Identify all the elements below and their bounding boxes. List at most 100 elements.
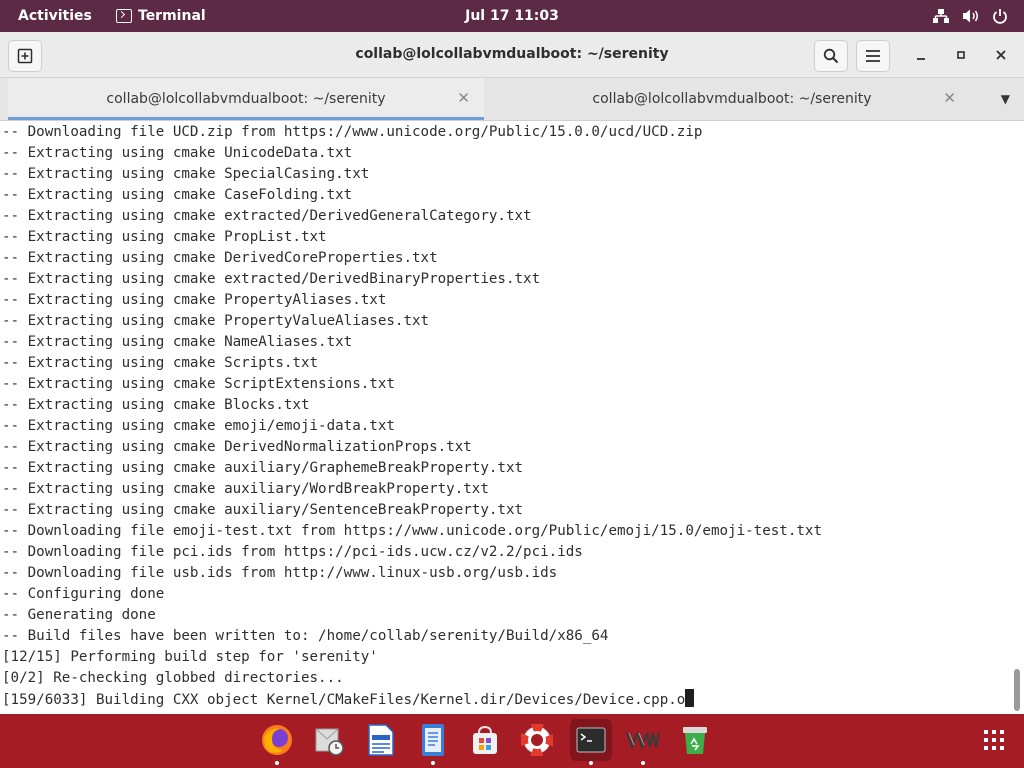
terminal-line: -- Extracting using cmake CaseFolding.tx… [2, 185, 822, 206]
running-indicator [589, 761, 593, 765]
tab-close-icon[interactable]: ✕ [943, 78, 956, 120]
terminal-line: -- Extracting using cmake PropertyValueA… [2, 311, 822, 332]
activities-button[interactable]: Activities [18, 0, 92, 32]
app-menu-button[interactable]: Terminal [116, 0, 206, 32]
terminal-line-text: -- Extracting using cmake extracted/Deri… [2, 208, 532, 224]
terminal-line: [0/2] Re-checking globbed directories... [2, 668, 822, 689]
close-icon [996, 50, 1006, 60]
terminal-line-text: -- Extracting using cmake auxiliary/Sent… [2, 502, 524, 518]
dock-text-editor[interactable] [360, 719, 402, 761]
terminal-line-text: [0/2] Re-checking globbed directories... [2, 670, 344, 686]
dock [0, 714, 1024, 768]
terminal-line: -- Extracting using cmake Blocks.txt [2, 395, 822, 416]
app-name: Terminal [138, 8, 206, 24]
terminal-line: [12/15] Performing build step for 'seren… [2, 647, 822, 668]
trash-icon [683, 727, 707, 754]
tab-1[interactable]: collab@lolcollabvmdualboot: ~/serenity ✕ [8, 78, 484, 120]
terminal-line: -- Extracting using cmake PropList.txt [2, 227, 822, 248]
terminal-line: -- Downloading file usb.ids from http://… [2, 563, 822, 584]
terminal-line-text: -- Downloading file emoji-test.txt from … [2, 523, 822, 539]
terminal-line: -- Extracting using cmake extracted/Deri… [2, 269, 822, 290]
firefox-icon [262, 725, 292, 755]
terminal-line-text: -- Downloading file pci.ids from https:/… [2, 544, 583, 560]
new-tab-icon [17, 48, 33, 64]
hamburger-menu-icon [866, 50, 880, 62]
dock-vm[interactable] [622, 719, 664, 765]
terminal-line-text: -- Extracting using cmake NameAliases.tx… [2, 334, 353, 350]
terminal-line: -- Extracting using cmake PropertyAliase… [2, 290, 822, 311]
network-icon [933, 9, 949, 23]
text-editor-icon [368, 724, 394, 756]
terminal-line-text: -- Extracting using cmake DerivedNormali… [2, 439, 472, 455]
terminal-line: -- Extracting using cmake extracted/Deri… [2, 206, 822, 227]
dock-mail-clock[interactable] [308, 719, 350, 761]
terminal-line-text: -- Downloading file UCD.zip from https:/… [2, 124, 703, 140]
tab-label: collab@lolcollabvmdualboot: ~/serenity [106, 91, 386, 107]
close-button[interactable] [986, 40, 1016, 70]
dock-document-viewer[interactable] [412, 719, 454, 765]
power-icon [993, 9, 1007, 24]
terminal-line: -- Build files have been written to: /ho… [2, 626, 822, 647]
software-center-icon [473, 725, 497, 754]
dock-terminal[interactable] [570, 719, 612, 765]
tab-2[interactable]: collab@lolcollabvmdualboot: ~/serenity ✕ [494, 78, 970, 120]
terminal-line-text: -- Extracting using cmake PropertyAliase… [2, 292, 387, 308]
system-tray[interactable] [932, 0, 1008, 32]
vm-logo-icon [626, 732, 660, 750]
terminal-line: -- Extracting using cmake auxiliary/Sent… [2, 500, 822, 521]
running-indicator [275, 761, 279, 765]
dock-software-center[interactable] [464, 719, 506, 761]
terminal-line-text: -- Extracting using cmake extracted/Deri… [2, 271, 541, 287]
terminal-line-text: -- Extracting using cmake PropList.txt [2, 229, 327, 245]
terminal-line: -- Downloading file UCD.zip from https:/… [2, 122, 822, 143]
scrollbar-thumb[interactable] [1014, 669, 1020, 711]
terminal-app-icon [116, 9, 132, 23]
maximize-icon [957, 51, 965, 59]
terminal-line: -- Downloading file emoji-test.txt from … [2, 521, 822, 542]
dock-help[interactable] [516, 719, 558, 761]
tab-list-dropdown[interactable]: ▼ [1001, 78, 1010, 120]
terminal-line: [159/6033] Building CXX object Kernel/CM… [2, 689, 822, 710]
search-icon [823, 48, 839, 64]
terminal-line: -- Generating done [2, 605, 822, 626]
tab-close-icon[interactable]: ✕ [457, 78, 470, 120]
volume-icon [963, 9, 978, 23]
maximize-button[interactable] [946, 40, 976, 70]
menu-button[interactable] [856, 40, 890, 72]
terminal-line: -- Extracting using cmake UnicodeData.tx… [2, 143, 822, 164]
terminal-line: -- Extracting using cmake Scripts.txt [2, 353, 822, 374]
terminal-line-text: [12/15] Performing build step for 'seren… [2, 649, 378, 665]
tab-label: collab@lolcollabvmdualboot: ~/serenity [592, 91, 872, 107]
document-viewer-icon [422, 724, 444, 756]
tab-bar: collab@lolcollabvmdualboot: ~/serenity ✕… [0, 78, 1024, 121]
terminal-line: -- Extracting using cmake auxiliary/Grap… [2, 458, 822, 479]
terminal-output: -- Downloading file UCD.zip from https:/… [2, 122, 822, 710]
running-indicator [641, 761, 645, 765]
running-indicator [431, 761, 435, 765]
show-applications-button[interactable] [973, 719, 1015, 761]
new-tab-button[interactable] [8, 40, 42, 72]
dock-firefox[interactable] [256, 719, 298, 765]
terminal-line: -- Extracting using cmake ScriptExtensio… [2, 374, 822, 395]
terminal-line-text: -- Extracting using cmake auxiliary/Grap… [2, 460, 524, 476]
terminal-line-text: -- Extracting using cmake Scripts.txt [2, 355, 319, 371]
mail-clock-icon [315, 728, 344, 756]
terminal-line: -- Extracting using cmake NameAliases.tx… [2, 332, 822, 353]
dock-trash[interactable] [674, 719, 716, 761]
terminal-line-text: -- Downloading file usb.ids from http://… [2, 565, 558, 581]
terminal-line-text: -- Build files have been written to: /ho… [2, 628, 609, 644]
terminal-line-text: [159/6033] Building CXX object Kernel/CM… [2, 692, 686, 708]
help-lifebuoy-icon [521, 724, 553, 756]
terminal-line: -- Extracting using cmake emoji/emoji-da… [2, 416, 822, 437]
search-button[interactable] [814, 40, 848, 72]
scrollbar[interactable] [1010, 121, 1024, 714]
terminal-line-text: -- Extracting using cmake Blocks.txt [2, 397, 310, 413]
minimize-button[interactable] [906, 40, 936, 70]
terminal-line-text: -- Extracting using cmake UnicodeData.tx… [2, 145, 353, 161]
terminal-line: -- Downloading file pci.ids from https:/… [2, 542, 822, 563]
terminal-line-text: -- Extracting using cmake ScriptExtensio… [2, 376, 395, 392]
terminal-line: -- Extracting using cmake DerivedCorePro… [2, 248, 822, 269]
terminal-line: -- Extracting using cmake auxiliary/Word… [2, 479, 822, 500]
terminal-view[interactable]: -- Downloading file UCD.zip from https:/… [0, 121, 1010, 714]
terminal-line: -- Extracting using cmake SpecialCasing.… [2, 164, 822, 185]
